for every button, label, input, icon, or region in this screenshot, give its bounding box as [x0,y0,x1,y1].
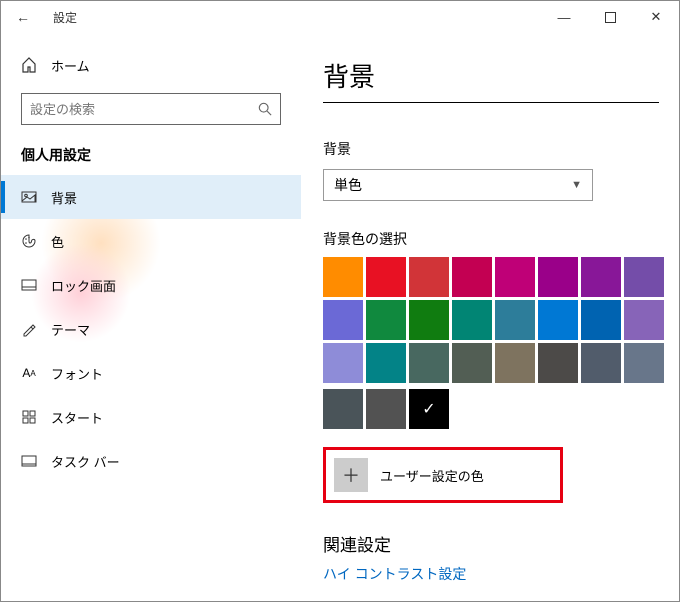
sidebar-item-label: テーマ [51,320,90,339]
checkmark-icon: ✓ [422,399,435,419]
color-swatch[interactable] [323,389,363,429]
taskbar-icon [21,453,37,469]
home-label: ホーム [51,56,90,75]
color-swatch[interactable] [495,257,535,297]
section-title: 個人用設定 [1,139,301,175]
sidebar-item-label: 色 [51,232,64,251]
sidebar-item-label: タスク バー [51,452,120,471]
search-input[interactable] [30,102,250,117]
back-button[interactable]: ← [1,9,45,25]
color-swatch[interactable] [452,343,492,383]
color-swatch[interactable] [366,389,406,429]
sidebar-item-start[interactable]: スタート [1,395,301,439]
home-icon [21,57,37,73]
theme-icon [21,321,37,337]
sidebar-item-lockscreen[interactable]: ロック画面 [1,263,301,307]
color-swatch[interactable] [624,300,664,340]
color-swatch-row4: ✓ [323,389,659,429]
sidebar-item-label: ロック画面 [51,276,116,295]
title-underline [323,102,659,103]
color-swatch[interactable] [409,343,449,383]
background-field-label: 背景 [323,139,659,159]
dropdown-value: 単色 [334,175,362,195]
sidebar-item-label: スタート [51,408,103,427]
color-swatch[interactable] [581,300,621,340]
color-swatch[interactable] [452,300,492,340]
sidebar-item-fonts[interactable]: AA フォント [1,351,301,395]
color-swatch[interactable]: ✓ [409,389,449,429]
sidebar-item-background[interactable]: 背景 [1,175,301,219]
color-swatch[interactable] [366,343,406,383]
color-swatch[interactable] [323,257,363,297]
palette-icon [21,233,37,249]
swatch-label: 背景色の選択 [323,229,659,249]
maximize-button[interactable] [587,1,633,33]
color-swatch[interactable] [366,257,406,297]
color-swatch[interactable] [323,343,363,383]
color-swatch[interactable] [409,300,449,340]
high-contrast-link[interactable]: ハイ コントラスト設定 [323,564,659,584]
page-title: 背景 [323,57,659,94]
color-swatch[interactable] [538,257,578,297]
color-swatch[interactable] [366,300,406,340]
home-nav[interactable]: ホーム [1,45,301,85]
background-dropdown[interactable]: 単色 ▼ [323,169,593,201]
minimize-button[interactable]: — [541,1,587,33]
color-swatch-grid [323,257,659,383]
close-button[interactable]: ✕ [633,1,679,33]
color-swatch[interactable] [581,343,621,383]
sidebar-item-label: 背景 [51,188,77,207]
custom-color-button[interactable]: ＋ ユーザー設定の色 [323,447,563,503]
search-input-container[interactable] [21,93,281,125]
related-settings-title: 関連設定 [323,531,659,556]
color-swatch[interactable] [624,343,664,383]
color-swatch[interactable] [581,257,621,297]
font-icon: AA [21,365,37,381]
window-title: 設定 [45,9,541,26]
lockscreen-icon [21,277,37,293]
plus-icon: ＋ [334,458,368,492]
sidebar-item-taskbar[interactable]: タスク バー [1,439,301,483]
color-swatch[interactable] [323,300,363,340]
search-icon [258,102,272,116]
color-swatch[interactable] [409,257,449,297]
sidebar-item-colors[interactable]: 色 [1,219,301,263]
color-swatch[interactable] [538,343,578,383]
color-swatch[interactable] [495,300,535,340]
color-swatch[interactable] [538,300,578,340]
custom-color-label: ユーザー設定の色 [380,466,484,485]
picture-icon [21,189,37,205]
color-swatch[interactable] [624,257,664,297]
sidebar-item-themes[interactable]: テーマ [1,307,301,351]
sidebar-item-label: フォント [51,364,103,383]
color-swatch[interactable] [495,343,535,383]
start-icon [21,409,37,425]
chevron-down-icon: ▼ [571,179,582,191]
color-swatch[interactable] [452,257,492,297]
